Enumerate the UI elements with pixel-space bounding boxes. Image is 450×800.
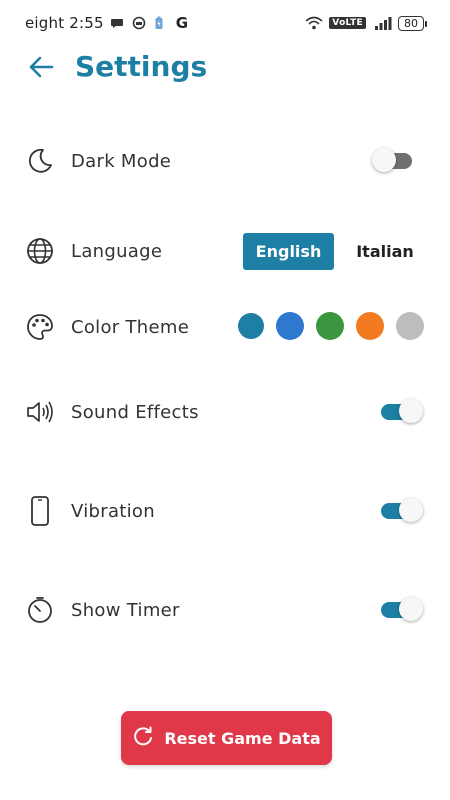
status-left: eight 2:55 G: [25, 14, 188, 32]
app-notification-icon: [132, 16, 148, 30]
dark-mode-toggle[interactable]: [372, 148, 416, 172]
setting-row-color-theme: Color Theme: [0, 302, 450, 352]
toggle-knob: [399, 498, 423, 522]
status-time: eight 2:55: [25, 14, 104, 32]
reset-button-label: Reset Game Data: [164, 728, 321, 748]
battery-saver-icon: [154, 16, 170, 30]
sound-effects-toggle[interactable]: [381, 399, 423, 423]
header: Settings: [0, 46, 450, 92]
dark-mode-label: Dark Mode: [71, 150, 172, 172]
language-label: Language: [71, 240, 163, 262]
color-swatch-teal[interactable]: [238, 313, 264, 339]
timer-icon: [24, 594, 56, 626]
refresh-icon: [132, 725, 154, 751]
chat-icon: [110, 16, 126, 30]
page-title: Settings: [75, 50, 208, 83]
show-timer-label: Show Timer: [71, 599, 180, 621]
arrow-left-icon: [28, 56, 54, 82]
setting-row-dark-mode: Dark Mode: [0, 136, 450, 186]
moon-icon: [24, 145, 56, 177]
speaker-icon: [24, 396, 56, 428]
vibration-label: Vibration: [71, 500, 155, 522]
status-right: VoLTE 80: [305, 15, 427, 31]
setting-row-sound-effects: Sound Effects: [0, 387, 450, 437]
language-english-button[interactable]: English: [243, 233, 334, 270]
color-swatch-blue[interactable]: [276, 312, 304, 340]
color-theme-label: Color Theme: [71, 316, 190, 338]
setting-row-language: Language English Italian: [0, 226, 450, 276]
vibration-toggle[interactable]: [381, 498, 423, 522]
reset-game-data-button[interactable]: Reset Game Data: [121, 711, 332, 765]
status-bar: eight 2:55 G VoLTE 80: [0, 0, 450, 46]
google-icon: G: [175, 14, 189, 32]
toggle-knob: [399, 399, 423, 423]
setting-row-vibration: Vibration: [0, 486, 450, 536]
back-button[interactable]: [26, 54, 56, 84]
phone-icon: [24, 495, 56, 527]
toggle-knob: [399, 597, 423, 621]
color-swatch-gray[interactable]: [396, 312, 424, 340]
color-swatch-orange[interactable]: [356, 312, 384, 340]
language-italian-button[interactable]: Italian: [344, 233, 426, 270]
volte-badge: VoLTE: [329, 17, 366, 29]
show-timer-toggle[interactable]: [381, 597, 423, 621]
globe-icon: [24, 235, 56, 267]
battery-indicator: 80: [398, 15, 427, 31]
toggle-knob: [372, 148, 396, 172]
wifi-icon: [305, 16, 323, 30]
setting-row-show-timer: Show Timer: [0, 585, 450, 635]
sound-effects-label: Sound Effects: [71, 401, 199, 423]
palette-icon: [24, 311, 56, 343]
color-swatch-green[interactable]: [316, 312, 344, 340]
signal-icon: [374, 16, 392, 30]
